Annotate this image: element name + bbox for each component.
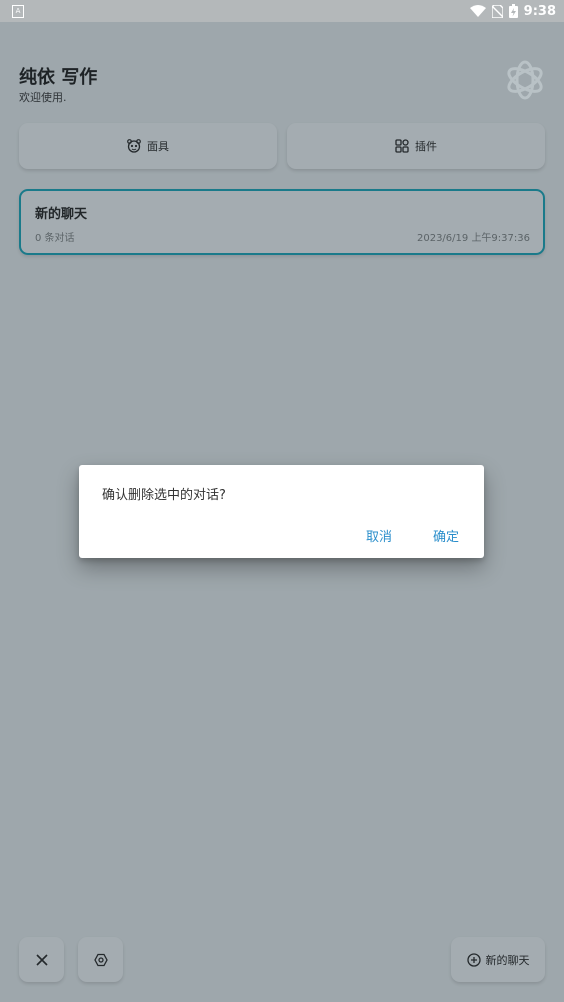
no-sim-icon [491, 4, 503, 18]
cancel-button[interactable]: 取消 [366, 526, 392, 545]
close-icon [35, 953, 48, 966]
status-icons: 9:38 [469, 2, 556, 20]
status-bar: A 9:38 [0, 0, 564, 22]
dialog-message: 确认删除选中的对话? [102, 488, 226, 503]
masks-button-label: 面具 [147, 140, 169, 153]
settings-button[interactable] [78, 937, 123, 982]
plugins-button-label: 插件 [415, 140, 437, 153]
keyboard-indicator-icon: A [12, 5, 24, 18]
page-subtitle: 欢迎使用. [19, 91, 67, 104]
chat-item-count: 0 条对话 [35, 233, 75, 244]
mask-face-icon [127, 139, 141, 153]
battery-charging-icon [508, 4, 518, 18]
status-time: 9:38 [523, 3, 556, 19]
new-chat-button[interactable]: 新的聊天 [451, 937, 545, 982]
close-button[interactable] [19, 937, 64, 982]
settings-icon [93, 953, 108, 966]
openai-logo-icon [507, 60, 543, 100]
add-circle-icon [466, 952, 481, 967]
plugins-button[interactable]: 插件 [287, 123, 545, 169]
confirm-button[interactable]: 确定 [433, 526, 459, 545]
confirm-delete-dialog: 确认删除选中的对话? 取消 确定 [79, 465, 484, 558]
wifi-icon [469, 4, 486, 17]
grid-apps-icon [395, 139, 409, 153]
page-title: 纯依 写作 [19, 67, 98, 88]
chat-item-title: 新的聊天 [35, 207, 88, 222]
chat-list-item[interactable]: 新的聊天 0 条对话 2023/6/19 上午9:37:36 [19, 189, 545, 255]
new-chat-label: 新的聊天 [485, 953, 530, 967]
chat-item-date: 2023/6/19 上午9:37:36 [416, 233, 530, 244]
masks-button[interactable]: 面具 [19, 123, 277, 169]
